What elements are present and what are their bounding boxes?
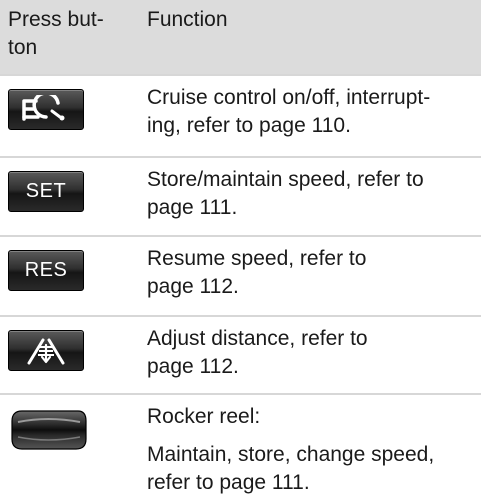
table-row: RES Resume speed, refer to page 112. xyxy=(0,235,481,315)
row-text-line1: Store/maintain speed, refer to xyxy=(147,168,424,191)
table-row: Cruise control on/off, interrupt- ing, r… xyxy=(0,74,481,156)
row-text-line2: page 112. xyxy=(147,275,239,298)
row-button-cell xyxy=(0,76,147,156)
row-text-line2: Maintain, store, change speed, xyxy=(147,443,435,466)
row-function-cell: Rocker reel: Maintain, store, change spe… xyxy=(147,395,481,494)
header-function: Function xyxy=(147,8,228,31)
distance-icon xyxy=(27,338,65,364)
table-header: Press but- ton Function xyxy=(0,0,481,74)
table-row: SET Store/maintain speed, refer to page … xyxy=(0,156,481,235)
res-button[interactable]: RES xyxy=(8,250,84,291)
row-button-cell xyxy=(0,395,147,483)
row-function-cell: Cruise control on/off, interrupt- ing, r… xyxy=(147,76,481,156)
row-text-line1: Cruise control on/off, interrupt- xyxy=(147,86,431,109)
header-press-button-line1: Press but- xyxy=(8,8,104,31)
table-row: Rocker reel: Maintain, store, change spe… xyxy=(0,393,481,494)
row-text-line1: Rocker reel: xyxy=(147,405,261,428)
row-text-line2: page 112. xyxy=(147,355,239,378)
cruise-control-icon xyxy=(22,94,65,121)
header-press-button: Press but- ton xyxy=(0,6,147,74)
row-text-line1: Resume speed, refer to xyxy=(147,247,367,270)
header-press-button-line2: ton xyxy=(8,36,38,59)
table-row: Adjust distance, refer to page 112. xyxy=(0,315,481,393)
function-table: Press but- ton Function Cruise control o… xyxy=(0,0,481,494)
row-text-line2: ing, refer to page 110. xyxy=(147,114,351,137)
row-text-line3: refer to page 111. xyxy=(147,471,310,494)
row-button-cell xyxy=(0,317,147,393)
row-function-cell: Resume speed, refer to page 112. xyxy=(147,237,481,315)
distance-button[interactable] xyxy=(8,330,84,371)
row-text-line2: page 111. xyxy=(147,196,238,219)
cruise-control-button[interactable] xyxy=(8,89,84,130)
row-function-cell: Store/maintain speed, refer to page 111. xyxy=(147,158,481,235)
row-button-cell: SET xyxy=(0,158,147,235)
row-text-line1: Adjust distance, refer to xyxy=(147,327,368,350)
rocker-reel-icon xyxy=(11,410,87,450)
row-function-cell: Adjust distance, refer to page 112. xyxy=(147,317,481,393)
rocker-reel[interactable] xyxy=(8,407,88,451)
set-button[interactable]: SET xyxy=(8,171,84,212)
row-button-cell: RES xyxy=(0,237,147,315)
